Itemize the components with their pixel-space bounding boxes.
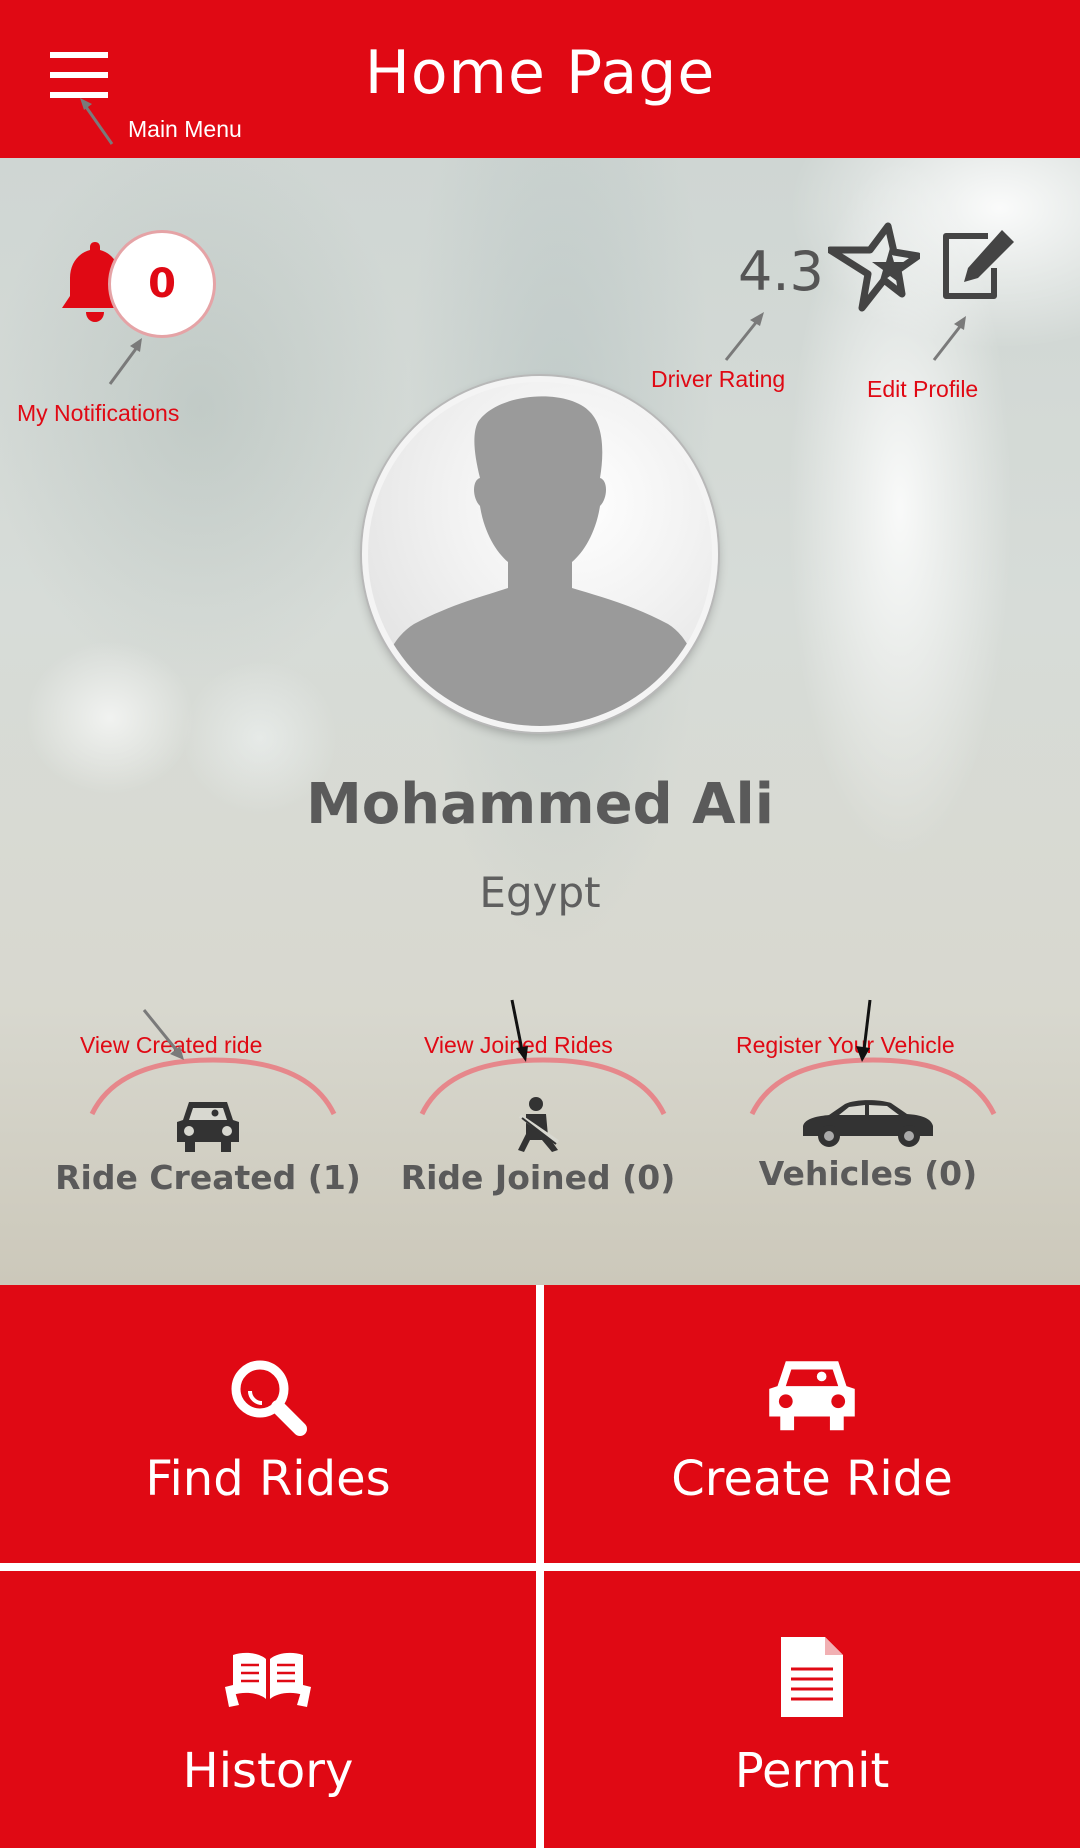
app-header: Main Menu Home Page bbox=[0, 0, 1080, 158]
profile-name: Mohammed Ali bbox=[306, 772, 774, 837]
create-ride-tile[interactable]: Create Ride bbox=[544, 1285, 1080, 1566]
find-rides-label: Find Rides bbox=[145, 1451, 391, 1507]
profile-country: Egypt bbox=[479, 868, 601, 917]
ride-created-arc bbox=[89, 1057, 337, 1116]
page-title: Home Page bbox=[364, 38, 716, 108]
user-silhouette-icon bbox=[378, 396, 702, 726]
avatar[interactable] bbox=[362, 376, 718, 732]
tile-divider-horizontal bbox=[0, 1563, 1080, 1571]
search-icon bbox=[231, 1360, 307, 1436]
profile-section: 0 My Notifications 4.3 Driver Rating Edi… bbox=[0, 158, 1080, 1285]
vehicles-arc bbox=[749, 1057, 997, 1116]
open-book-icon bbox=[225, 1652, 311, 1707]
edit-icon[interactable] bbox=[938, 224, 1018, 304]
permit-label: Permit bbox=[734, 1743, 890, 1799]
joined-annotation-arrow bbox=[510, 999, 528, 1062]
ride-joined-label: Ride Joined (0) bbox=[400, 1158, 676, 1197]
notifications-annotation-arrow bbox=[108, 338, 142, 385]
notifications-button[interactable]: 0 bbox=[60, 228, 220, 348]
driver-rating-annotation-arrow bbox=[724, 312, 764, 361]
ride-joined-arc bbox=[419, 1057, 667, 1116]
notifications-annotation: My Notifications bbox=[17, 400, 180, 426]
find-rides-tile[interactable]: Find Rides bbox=[0, 1285, 536, 1566]
ride-created-label: Ride Created (1) bbox=[55, 1158, 361, 1197]
vehicles-label: Vehicles (0) bbox=[758, 1154, 978, 1193]
history-tile[interactable]: History bbox=[0, 1571, 536, 1848]
edit-profile-annotation-arrow bbox=[932, 316, 966, 361]
edit-profile-annotation: Edit Profile bbox=[867, 376, 979, 402]
main-menu-annotation: Main Menu bbox=[128, 116, 242, 142]
star-icon[interactable] bbox=[828, 222, 920, 312]
create-ride-label: Create Ride bbox=[671, 1451, 953, 1507]
history-label: History bbox=[182, 1743, 354, 1799]
car-front-icon bbox=[769, 1361, 855, 1431]
ride-created-stat[interactable]: Ride Created (1) bbox=[48, 1009, 368, 1197]
ride-joined-stat[interactable]: Ride Joined (0) bbox=[378, 999, 698, 1197]
vehicles-stat[interactable]: Vehicles (0) bbox=[708, 999, 1028, 1193]
created-annotation-arrow bbox=[142, 1009, 184, 1060]
permit-tile[interactable]: Permit bbox=[544, 1571, 1080, 1848]
document-icon bbox=[781, 1637, 843, 1717]
vehicle-annotation-arrow bbox=[856, 999, 872, 1062]
driver-rating-value: 4.3 bbox=[738, 240, 824, 303]
notification-count-badge: 0 bbox=[108, 230, 216, 338]
